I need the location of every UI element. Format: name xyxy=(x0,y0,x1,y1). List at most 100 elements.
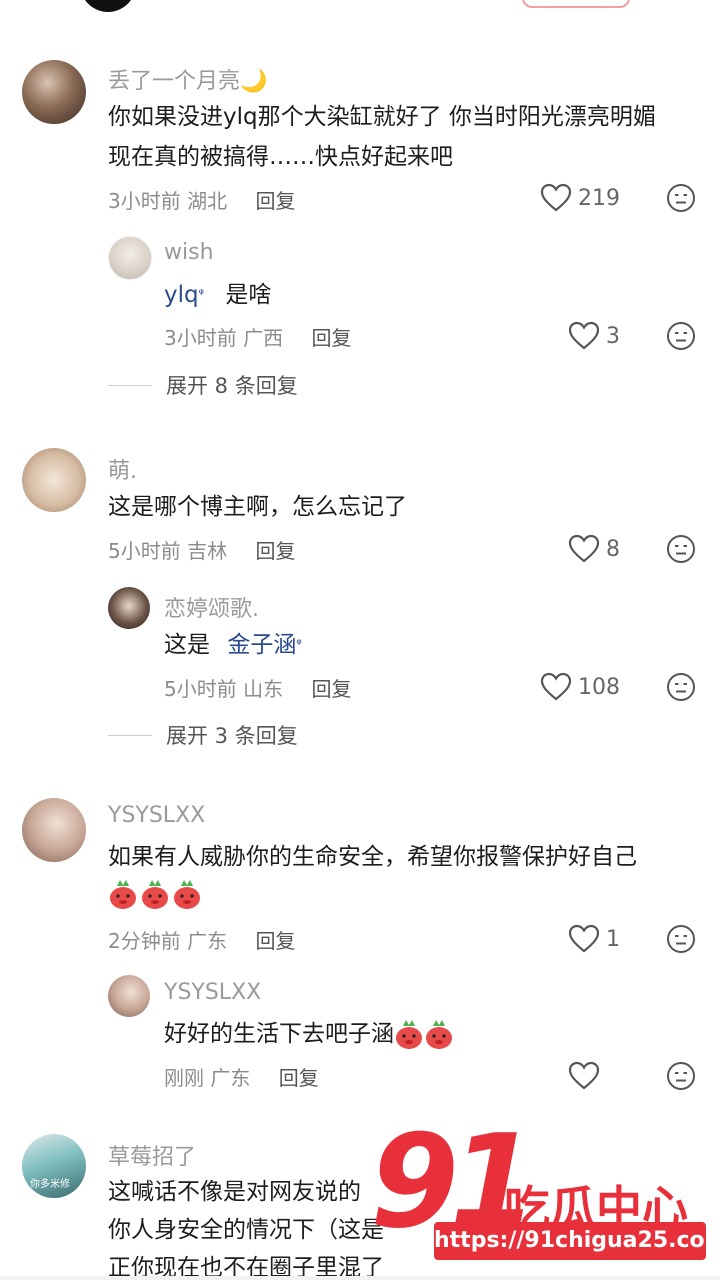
reply-location: 山东 xyxy=(243,677,284,701)
reply-text: ylqᵠ 是啥 xyxy=(164,275,271,315)
reply-location: 广东 xyxy=(210,1066,251,1090)
like-count: 3 xyxy=(606,323,620,349)
reply-button[interactable]: 回复 xyxy=(311,677,351,701)
like-button[interactable]: 1 xyxy=(568,924,620,954)
expand-replies-button[interactable]: 展开 3 条回复 xyxy=(108,720,298,750)
heart-icon xyxy=(568,534,600,563)
search-icon: ᵠ xyxy=(198,287,205,302)
comment-text: 你如果没进ylq那个大染缸就好了 你当时阳光漂亮明媚 现在真的被搞得……快点好起… xyxy=(108,97,656,177)
mention-link[interactable]: ylqᵠ xyxy=(164,282,204,308)
dislike-icon[interactable] xyxy=(666,924,696,954)
watermark: 91 吃瓜中心 https://91chigua25.com xyxy=(364,1108,720,1272)
comment-line: 如果有人威胁你的生命安全，希望你报警保护好自己 xyxy=(108,844,637,870)
reply-meta: 3小时前 广西 回复 xyxy=(164,322,351,351)
like-button[interactable]: 219 xyxy=(540,183,620,213)
dislike-icon[interactable] xyxy=(666,534,696,564)
dislike-icon[interactable] xyxy=(666,672,696,702)
avatar[interactable] xyxy=(22,798,86,862)
avatar[interactable] xyxy=(22,448,86,512)
comment-location: 吉林 xyxy=(187,539,228,563)
reply-button[interactable]: 回复 xyxy=(255,539,295,563)
comment-meta: 5小时前 吉林 回复 xyxy=(108,535,295,564)
dislike-icon[interactable] xyxy=(666,321,696,351)
heart-icon xyxy=(568,321,600,350)
reply-username[interactable]: 恋婷颂歌. xyxy=(164,591,259,623)
reply-content: 好好的生活下去吧子涵 xyxy=(164,1021,394,1047)
reply-avatar[interactable] xyxy=(108,587,150,629)
like-count: 219 xyxy=(578,185,620,211)
watermelon-emoji-icon xyxy=(396,1020,422,1049)
comment-time: 5小时前 xyxy=(108,539,181,563)
reply-avatar[interactable] xyxy=(108,975,150,1017)
comment-username[interactable]: 草莓招了 xyxy=(108,1139,196,1171)
reply-text: 这是 金子涵ᵠ xyxy=(164,625,302,665)
like-button[interactable]: 3 xyxy=(568,321,620,351)
reply-meta: 5小时前 山东 回复 xyxy=(164,673,351,702)
heart-icon xyxy=(540,672,572,701)
comment-line: 现在真的被搞得……快点好起来吧 xyxy=(108,144,453,170)
divider xyxy=(108,384,152,386)
comment-meta: 3小时前 湖北 回复 xyxy=(108,185,295,214)
comment-time: 3小时前 xyxy=(108,189,181,213)
comment-time: 2分钟前 xyxy=(108,929,181,953)
reply-username[interactable]: YSYSLXX xyxy=(164,980,261,1005)
avatar[interactable] xyxy=(22,60,86,124)
reply-button[interactable]: 回复 xyxy=(311,326,351,350)
comment-text: 如果有人威胁你的生命安全，希望你报警保护好自己 xyxy=(108,837,637,877)
reply-time: 5小时前 xyxy=(164,677,237,701)
comment-text: 这是哪个博主啊，怎么忘记了 xyxy=(108,487,407,527)
comment-line: 这是哪个博主啊，怎么忘记了 xyxy=(108,494,407,520)
reply-button[interactable]: 回复 xyxy=(255,929,295,953)
reply-username[interactable]: wish xyxy=(164,240,214,265)
reply-time: 刚刚 xyxy=(164,1066,204,1090)
mention-link[interactable]: 金子涵ᵠ xyxy=(227,632,301,658)
like-count: 1 xyxy=(606,926,620,952)
heart-icon xyxy=(540,183,572,212)
divider xyxy=(108,734,152,736)
dislike-icon[interactable] xyxy=(666,183,696,213)
reply-button[interactable]: 回复 xyxy=(255,189,295,213)
comment-username[interactable]: 丢了一个月亮🌙 xyxy=(108,63,267,95)
like-button[interactable] xyxy=(568,1061,606,1091)
top-bar xyxy=(0,0,720,14)
like-count: 8 xyxy=(606,536,620,562)
reply-time: 3小时前 xyxy=(164,326,237,350)
comment-location: 广东 xyxy=(187,929,228,953)
comment-line: 你人身安全的情况下（这是 xyxy=(108,1217,384,1243)
reply-avatar[interactable] xyxy=(108,236,152,280)
reply-location: 广西 xyxy=(243,326,284,350)
reply-text: 好好的生活下去吧子涵 xyxy=(164,1014,454,1054)
avatar-caption: 你多米修 xyxy=(30,1179,70,1190)
watermark-url: https://91chigua25.com xyxy=(434,1222,720,1260)
emoji-row xyxy=(108,878,202,910)
avatar[interactable]: 你多米修 xyxy=(22,1134,86,1198)
search-icon: ᵠ xyxy=(296,637,302,652)
expand-replies-label: 展开 3 条回复 xyxy=(166,724,298,748)
heart-icon xyxy=(568,1061,600,1090)
watermelon-emoji-icon xyxy=(174,880,200,909)
dislike-icon[interactable] xyxy=(666,1061,696,1091)
reply-content: 这是 xyxy=(164,632,210,658)
like-button[interactable]: 8 xyxy=(568,534,620,564)
follow-button-edge[interactable] xyxy=(522,0,630,8)
heart-icon xyxy=(568,924,600,953)
comment-username[interactable]: YSYSLXX xyxy=(108,803,205,828)
watermelon-emoji-icon xyxy=(110,880,136,909)
reply-content: 是啥 xyxy=(225,282,272,308)
comment-text: 这喊话不像是对网友说的 你人身安全的情况下（这是 正你现在也不在圈子里混了 xyxy=(108,1173,384,1287)
comment-username[interactable]: 萌. xyxy=(108,453,137,485)
like-count: 108 xyxy=(578,674,620,700)
like-button[interactable]: 108 xyxy=(540,672,620,702)
watermelon-emoji-icon xyxy=(426,1020,452,1049)
expand-replies-label: 展开 8 条回复 xyxy=(166,374,298,398)
expand-replies-button[interactable]: 展开 8 条回复 xyxy=(108,370,298,400)
watermelon-emoji-icon xyxy=(142,880,168,909)
comment-meta: 2分钟前 广东 回复 xyxy=(108,925,295,954)
comment-line: 正你现在也不在圈子里混了 xyxy=(108,1255,384,1281)
reply-meta: 刚刚 广东 回复 xyxy=(164,1062,319,1091)
reply-button[interactable]: 回复 xyxy=(279,1066,319,1090)
bottom-divider xyxy=(0,1276,720,1280)
comment-line: 你如果没进ylq那个大染缸就好了 你当时阳光漂亮明媚 xyxy=(108,104,656,130)
top-avatar[interactable] xyxy=(80,0,136,12)
comment-location: 湖北 xyxy=(187,189,228,213)
